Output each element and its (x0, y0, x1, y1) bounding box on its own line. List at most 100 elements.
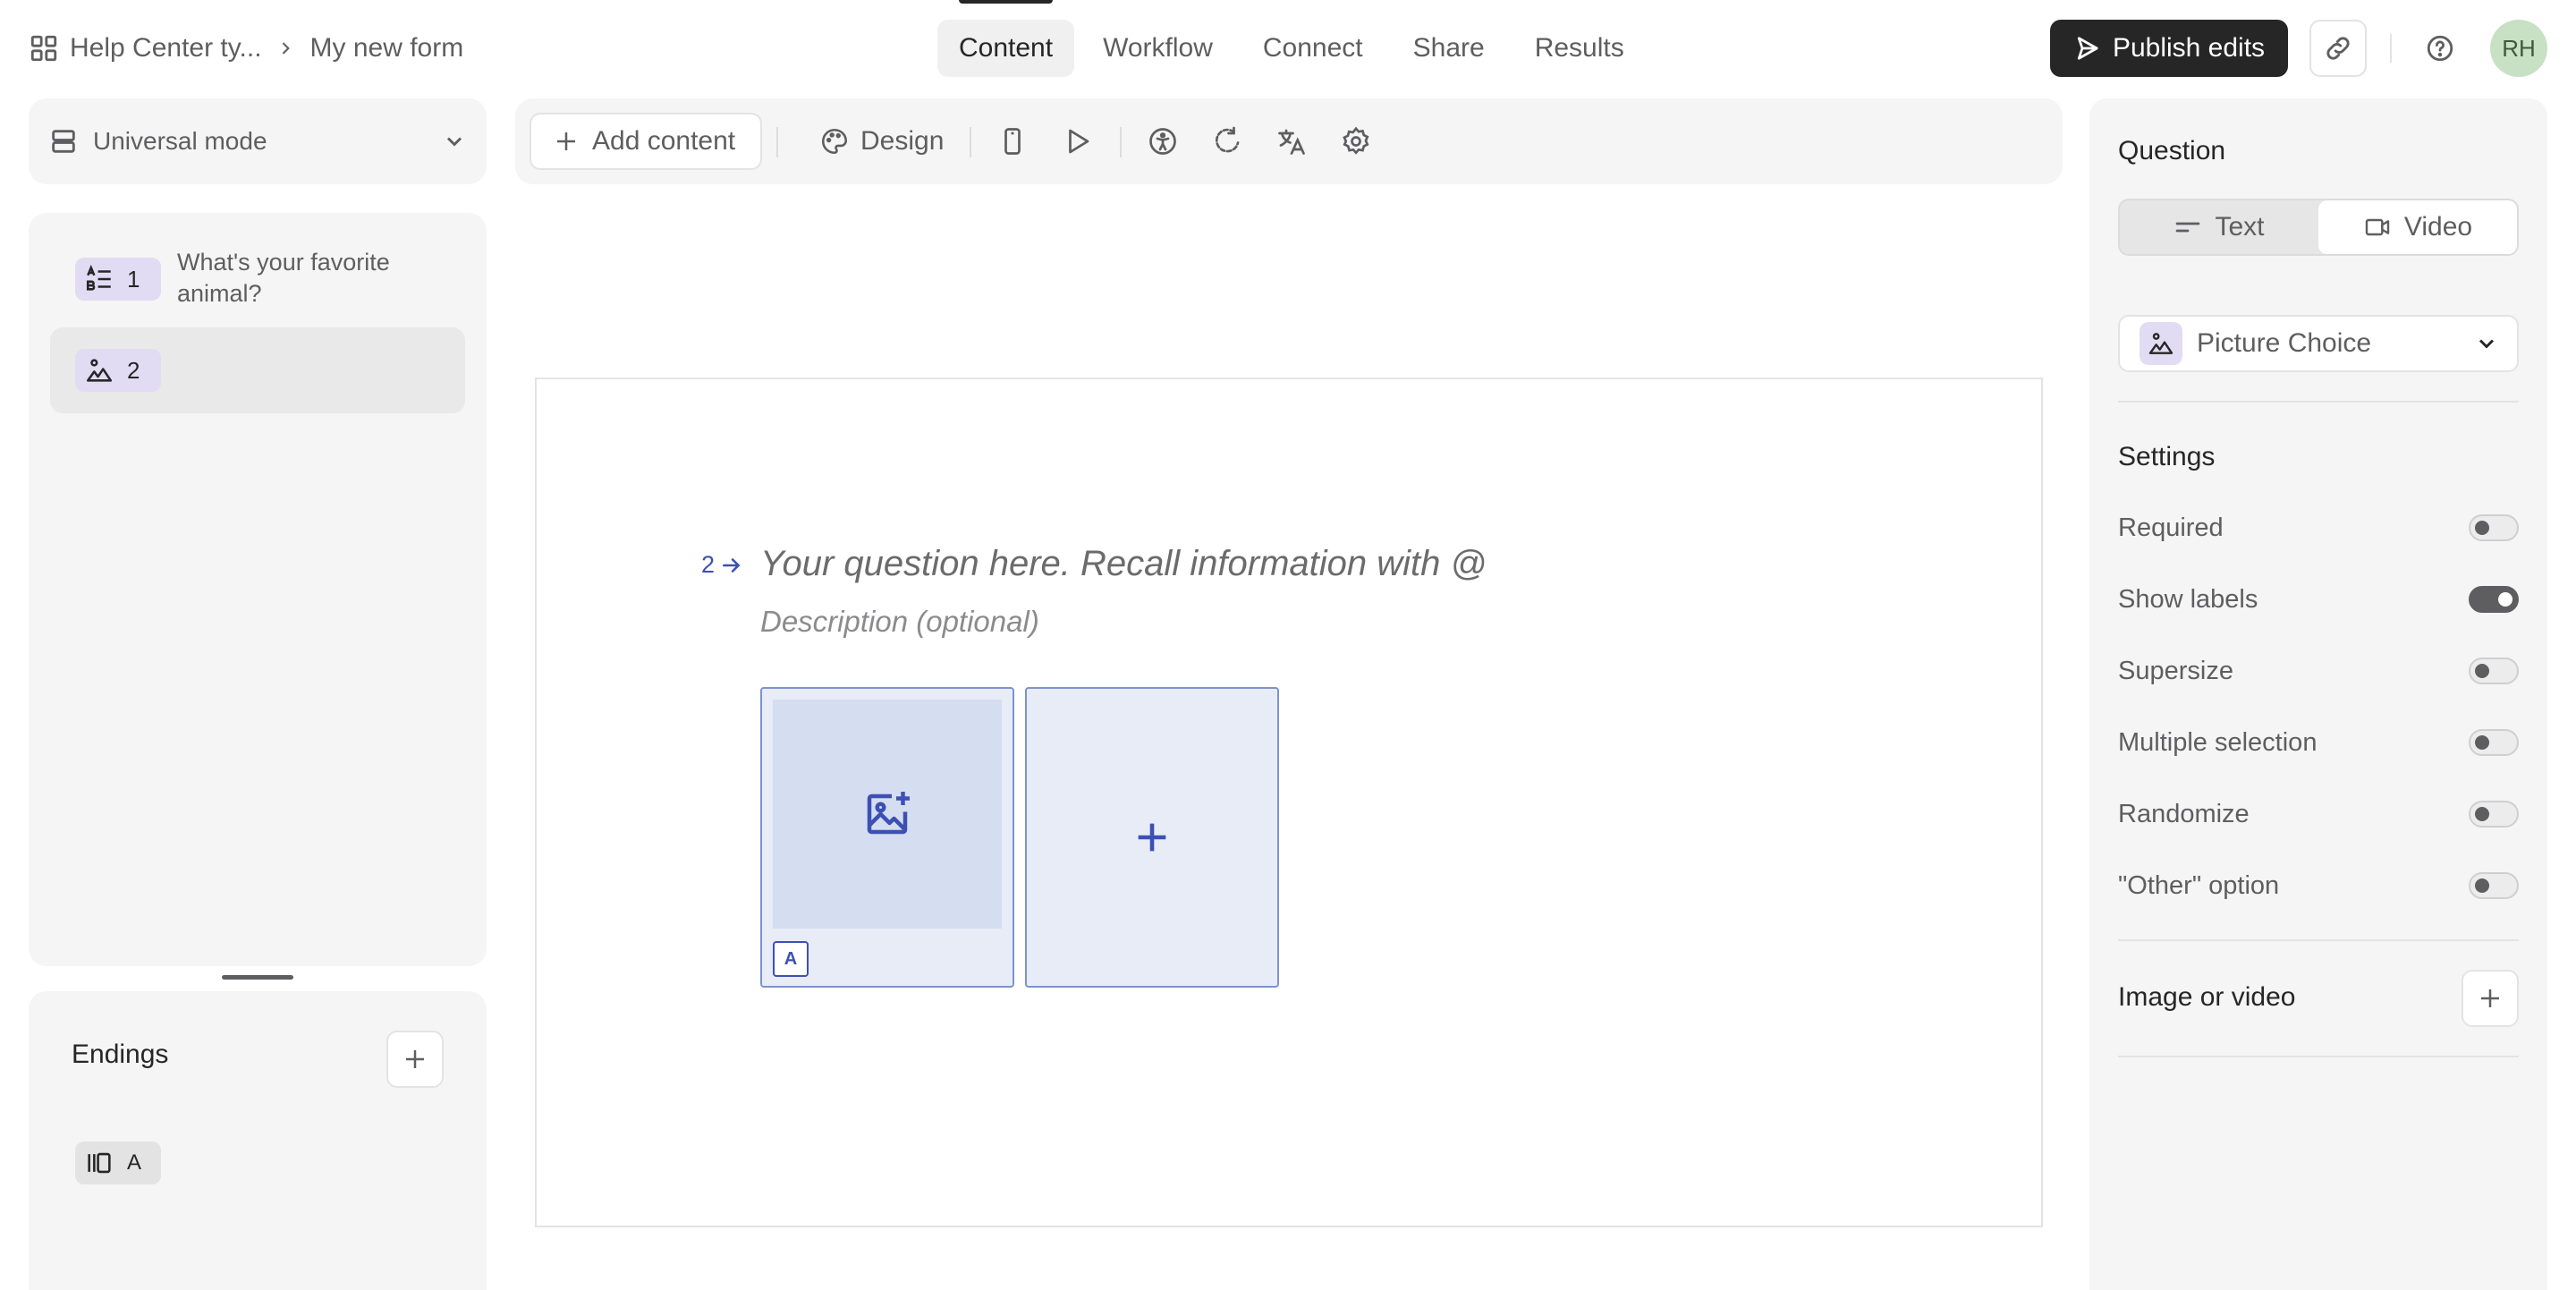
palette-icon (821, 128, 848, 155)
question-number: 1 (127, 265, 140, 293)
format-text-label: Text (2215, 212, 2265, 242)
ending-item[interactable]: A (75, 1141, 161, 1184)
add-media-button[interactable] (2462, 970, 2519, 1027)
apps-grid-icon[interactable] (29, 33, 59, 64)
accessibility-icon (1149, 128, 1176, 155)
question-badge: 1 (75, 258, 161, 301)
panel-divider (2118, 939, 2519, 941)
plus-icon (2481, 989, 2499, 1007)
multiple-selection-toggle[interactable] (2469, 729, 2519, 756)
tab-content[interactable]: Content (937, 0, 1075, 77)
logic-button[interactable] (1204, 118, 1250, 165)
ending-label: A (127, 1150, 142, 1175)
header-divider (2390, 34, 2392, 63)
breadcrumb: Help Center ty... My new form (29, 27, 463, 70)
setting-label: Supersize (2118, 656, 2233, 685)
breadcrumb-form-name[interactable]: My new form (310, 33, 464, 64)
format-video-option[interactable]: Video (2318, 200, 2517, 254)
show-labels-toggle[interactable] (2469, 586, 2519, 613)
mode-selector[interactable]: Universal mode (29, 98, 487, 184)
format-text-option[interactable]: Text (2120, 200, 2318, 254)
panel-divider (2118, 1056, 2519, 1057)
question-badge: 2 (75, 349, 161, 392)
send-icon (2077, 37, 2098, 60)
other-option-toggle[interactable] (2469, 872, 2519, 899)
question-item-1[interactable]: 1 What's your favorite animal? (50, 240, 465, 308)
main-nav: Content Workflow Connect Share Results (937, 0, 1653, 77)
setting-multiple-selection: Multiple selection (2118, 725, 2519, 760)
translate-icon (1278, 129, 1305, 155)
top-bar: Help Center ty... My new form Content Wo… (0, 0, 2576, 97)
picture-choice-icon (86, 359, 113, 382)
publish-label: Publish edits (2112, 33, 2266, 63)
preview-play-button[interactable] (1054, 118, 1100, 165)
chevron-down-icon (2479, 339, 2495, 349)
question-item-2[interactable]: 2 (50, 327, 465, 413)
copy-link-button[interactable] (2309, 20, 2367, 77)
plus-icon (1138, 823, 1166, 852)
chevron-down-icon (446, 137, 462, 147)
play-icon (1069, 129, 1089, 154)
picture-choice-icon (2148, 333, 2174, 354)
plus-icon (557, 132, 575, 150)
required-toggle[interactable] (2469, 514, 2519, 541)
supersize-toggle[interactable] (2469, 658, 2519, 684)
gear-icon (1343, 126, 1369, 155)
breadcrumb-workspace[interactable]: Help Center ty... (70, 33, 262, 64)
video-icon (2365, 218, 2390, 236)
question-title: What's your favorite animal? (177, 249, 390, 307)
randomize-toggle[interactable] (2469, 801, 2519, 827)
question-format-toggle: Text Video (2118, 199, 2519, 256)
mode-label: Universal mode (93, 127, 267, 155)
setting-label: Required (2118, 513, 2224, 542)
mobile-preview-button[interactable] (989, 118, 1036, 165)
user-avatar[interactable]: RH (2490, 20, 2547, 77)
tab-workflow[interactable]: Workflow (1081, 20, 1234, 77)
setting-required: Required (2118, 510, 2519, 546)
question-list: 1 What's your favorite animal? 2 (29, 213, 487, 966)
add-content-button[interactable]: Add content (530, 113, 762, 170)
tab-results[interactable]: Results (1513, 20, 1646, 77)
tab-share[interactable]: Share (1392, 20, 1506, 77)
settings-section-title: Settings (2118, 442, 2216, 471)
translate-button[interactable] (1268, 118, 1315, 165)
question-type-dropdown[interactable]: Picture Choice (2118, 315, 2519, 372)
tab-connect[interactable]: Connect (1241, 20, 1385, 77)
loop-icon (1215, 126, 1240, 153)
panel-resize-handle[interactable] (222, 975, 293, 980)
help-button[interactable] (2411, 20, 2469, 77)
add-choice-button[interactable] (1025, 687, 1279, 988)
canvas-question-number: 2 (701, 551, 716, 578)
plus-icon (406, 1050, 424, 1068)
multiple-choice-icon (86, 264, 111, 291)
picture-choice-option[interactable]: A (760, 687, 1014, 988)
editor-toolbar: Add content Design (515, 98, 2063, 184)
toolbar-divider (1120, 127, 1122, 157)
link-icon (2326, 37, 2350, 60)
mobile-icon (1004, 128, 1021, 155)
layout-rows-icon (52, 130, 75, 153)
question-description-input[interactable]: Description (optional) (760, 605, 1039, 639)
chevron-right-icon (282, 42, 290, 55)
ending-icon (88, 1152, 111, 1174)
arrow-right-icon (723, 557, 741, 573)
publish-button[interactable]: Publish edits (2050, 20, 2288, 77)
settings-button[interactable] (1333, 118, 1379, 165)
form-canvas: 2 Your question here. Recall information… (535, 378, 2043, 1227)
accessibility-button[interactable] (1140, 118, 1186, 165)
choice-image-placeholder[interactable] (773, 700, 1002, 929)
question-title-input[interactable]: Your question here. Recall information w… (760, 544, 1487, 584)
setting-label: Multiple selection (2118, 727, 2318, 757)
endings-title: Endings (72, 1040, 169, 1069)
design-button[interactable]: Design (809, 113, 954, 170)
add-ending-button[interactable] (386, 1031, 444, 1088)
panel-divider (2118, 401, 2519, 403)
toolbar-divider (970, 127, 971, 157)
add-image-icon (867, 792, 910, 835)
setting-label: Randomize (2118, 799, 2250, 828)
setting-other-option: "Other" option (2118, 868, 2519, 904)
question-type-icon-wrap (2140, 322, 2182, 365)
image-or-video-label: Image or video (2118, 982, 2296, 1012)
question-number: 2 (127, 356, 140, 384)
setting-show-labels: Show labels (2118, 581, 2519, 617)
